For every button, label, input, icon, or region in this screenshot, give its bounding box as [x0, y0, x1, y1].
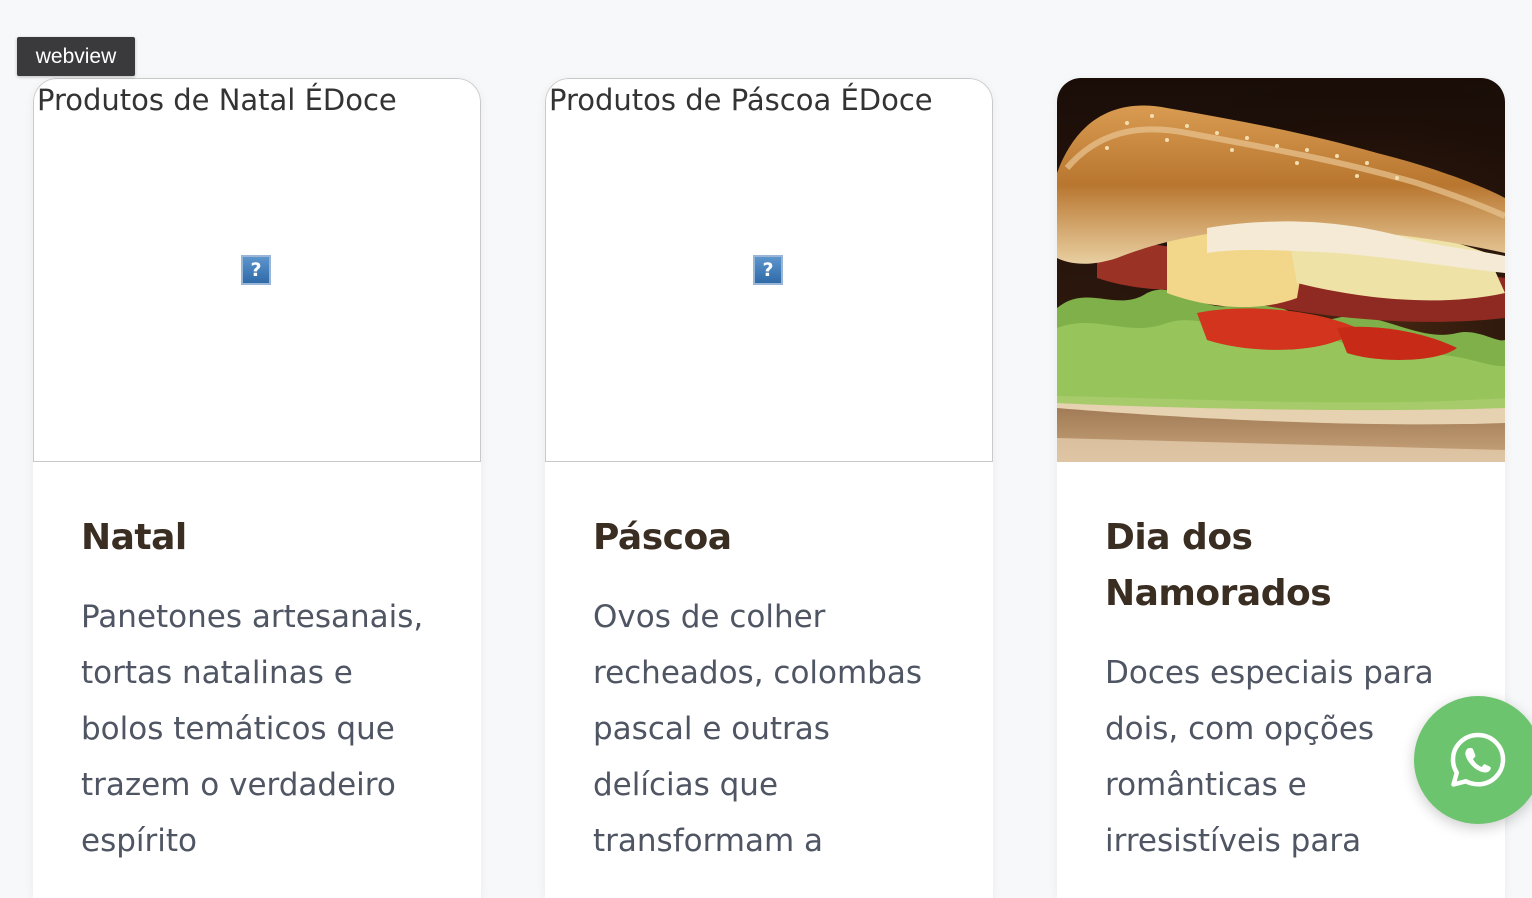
sandwich-image [1057, 78, 1505, 462]
whatsapp-icon [1450, 732, 1506, 787]
broken-image: Produtos de Páscoa ÉDoce ? [545, 78, 993, 462]
card-description: Panetones artesanais, tortas natalinas e… [81, 599, 424, 859]
card-title: Dia dos Namorados [1105, 517, 1332, 614]
webview-badge: webview [17, 37, 135, 76]
card-description: Ovos de colher recheados, colombas pasca… [593, 599, 923, 859]
category-card-natal[interactable]: Produtos de Natal ÉDoce ? Natal Panetone… [33, 78, 481, 898]
whatsapp-button[interactable] [1414, 696, 1532, 824]
image-alt-text: Produtos de Natal ÉDoce [37, 83, 397, 117]
broken-image-icon: ? [241, 255, 271, 285]
card-title: Páscoa [593, 517, 732, 558]
sandwich-photo [1057, 78, 1505, 462]
card-description: Doces especiais para dois, com opções ro… [1105, 655, 1434, 859]
category-card-pascoa[interactable]: Produtos de Páscoa ÉDoce ? Páscoa Ovos d… [545, 78, 993, 898]
broken-image: Produtos de Natal ÉDoce ? [33, 78, 481, 462]
image-alt-text: Produtos de Páscoa ÉDoce [549, 83, 933, 117]
broken-image-icon: ? [753, 255, 783, 285]
card-title: Natal [81, 517, 187, 558]
